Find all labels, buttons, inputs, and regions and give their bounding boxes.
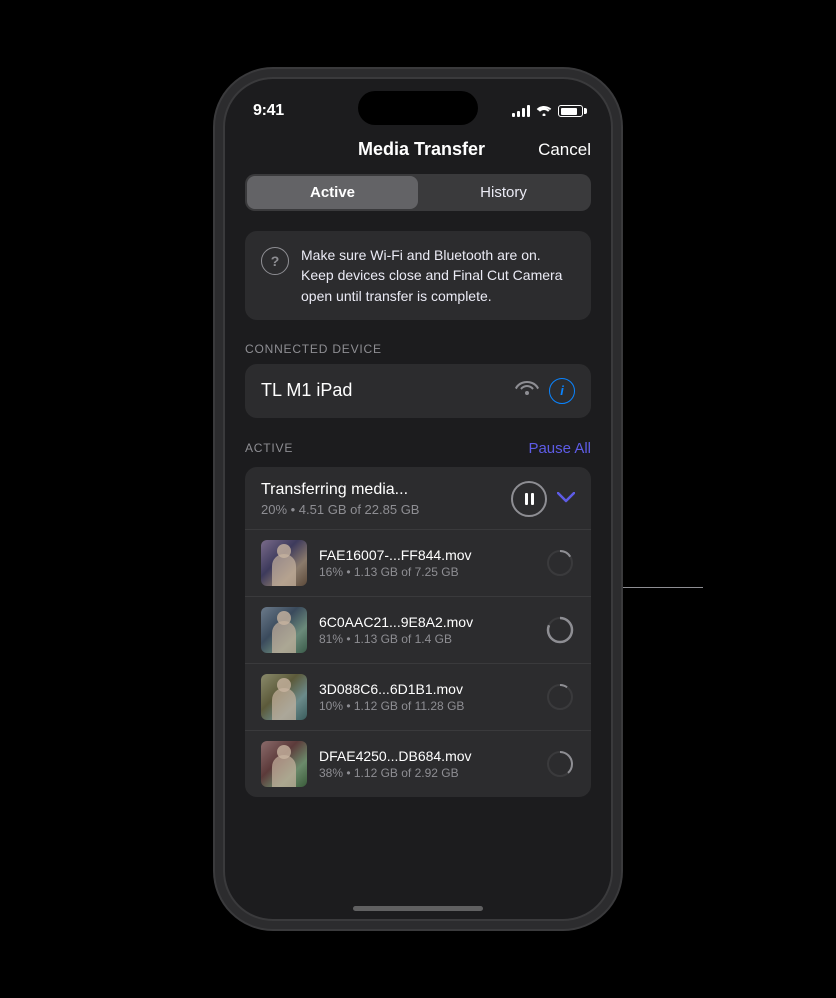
- device-info-button[interactable]: i: [549, 378, 575, 404]
- info-message: Make sure Wi-Fi and Bluetooth are on. Ke…: [301, 245, 575, 306]
- phone-frame: 9:41 Media Transfer Cancel: [223, 77, 613, 921]
- transfer-subtitle: 20% • 4.51 GB of 22.85 GB: [261, 502, 511, 517]
- dynamic-island: [358, 91, 478, 125]
- time-display: 9:41: [253, 102, 284, 120]
- connected-device-label: CONNECTED DEVICE: [245, 342, 591, 356]
- file-item: 3D088C6...6D1B1.mov 10% • 1.12 GB of 11.…: [245, 664, 591, 731]
- transfer-card: Transferring media... 20% • 4.51 GB of 2…: [245, 467, 591, 797]
- pause-button[interactable]: [511, 481, 547, 517]
- progress-ring: [545, 548, 575, 578]
- connected-device-section: CONNECTED DEVICE TL M1 iPad i: [245, 342, 591, 418]
- file-size: 16% • 1.13 GB of 7.25 GB: [319, 565, 533, 579]
- tab-active[interactable]: Active: [247, 176, 418, 209]
- home-indicator: [353, 906, 483, 911]
- file-info: FAE16007-...FF844.mov 16% • 1.13 GB of 7…: [319, 547, 533, 579]
- main-content: Media Transfer Cancel Active History ? M…: [225, 129, 611, 797]
- progress-ring: [545, 749, 575, 779]
- active-section-label: ACTIVE: [245, 441, 293, 455]
- help-icon: ?: [261, 247, 289, 275]
- file-thumbnail: [261, 607, 307, 653]
- file-thumbnail: [261, 540, 307, 586]
- file-item: 6C0AAC21...9E8A2.mov 81% • 1.13 GB of 1.…: [245, 597, 591, 664]
- broadcast-icon: [515, 379, 539, 403]
- file-info: DFAE4250...DB684.mov 38% • 1.12 GB of 2.…: [319, 748, 533, 780]
- annotation-arrow: [623, 587, 703, 588]
- file-name: FAE16007-...FF844.mov: [319, 547, 533, 563]
- file-list: FAE16007-...FF844.mov 16% • 1.13 GB of 7…: [245, 529, 591, 797]
- file-info: 6C0AAC21...9E8A2.mov 81% • 1.13 GB of 1.…: [319, 614, 533, 646]
- transfer-header: Transferring media... 20% • 4.51 GB of 2…: [245, 467, 591, 529]
- info-box: ? Make sure Wi-Fi and Bluetooth are on. …: [245, 231, 591, 320]
- page-title: Media Transfer: [305, 139, 538, 160]
- active-section-header: ACTIVE Pause All: [245, 440, 591, 457]
- file-name: 6C0AAC21...9E8A2.mov: [319, 614, 533, 630]
- transfer-title: Transferring media...: [261, 481, 511, 499]
- file-thumbnail: [261, 741, 307, 787]
- transfer-info: Transferring media... 20% • 4.51 GB of 2…: [261, 481, 511, 517]
- expand-chevron-icon[interactable]: [557, 488, 575, 509]
- progress-ring: [545, 615, 575, 645]
- transfer-controls: [511, 481, 575, 517]
- progress-ring: [545, 682, 575, 712]
- file-info: 3D088C6...6D1B1.mov 10% • 1.12 GB of 11.…: [319, 681, 533, 713]
- file-size: 10% • 1.12 GB of 11.28 GB: [319, 699, 533, 713]
- wifi-icon: [536, 103, 552, 119]
- nav-header: Media Transfer Cancel: [245, 129, 591, 174]
- status-icons: [512, 103, 583, 119]
- signal-icon: [512, 105, 530, 117]
- cancel-button[interactable]: Cancel: [538, 140, 591, 160]
- file-size: 81% • 1.13 GB of 1.4 GB: [319, 632, 533, 646]
- device-name: TL M1 iPad: [261, 380, 352, 401]
- pause-all-button[interactable]: Pause All: [528, 440, 591, 457]
- file-thumbnail: [261, 674, 307, 720]
- device-card: TL M1 iPad i: [245, 364, 591, 418]
- file-name: 3D088C6...6D1B1.mov: [319, 681, 533, 697]
- battery-icon: [558, 105, 583, 117]
- file-item: FAE16007-...FF844.mov 16% • 1.13 GB of 7…: [245, 530, 591, 597]
- tab-history[interactable]: History: [418, 176, 589, 209]
- device-icons: i: [515, 378, 575, 404]
- pause-icon: [525, 493, 534, 505]
- segment-control: Active History: [245, 174, 591, 211]
- file-name: DFAE4250...DB684.mov: [319, 748, 533, 764]
- file-size: 38% • 1.12 GB of 2.92 GB: [319, 766, 533, 780]
- file-item: DFAE4250...DB684.mov 38% • 1.12 GB of 2.…: [245, 731, 591, 797]
